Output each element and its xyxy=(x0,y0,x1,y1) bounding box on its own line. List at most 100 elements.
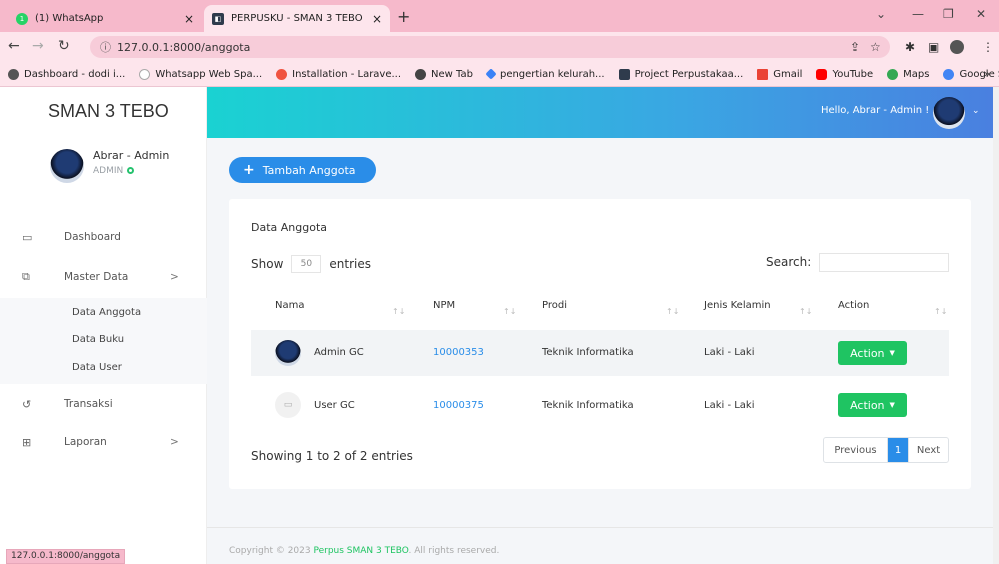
sidebar-subitem-data-anggota[interactable]: Data Anggota xyxy=(72,307,141,318)
cell-npm[interactable]: 10000375 xyxy=(433,400,484,411)
restore-icon[interactable]: ❐ xyxy=(943,7,954,21)
entries-length-control: Show 50 entries xyxy=(251,255,371,273)
new-tab-button[interactable]: + xyxy=(397,7,410,26)
bookmark-icon xyxy=(139,68,151,80)
search-input[interactable] xyxy=(819,253,949,272)
page-1-button[interactable]: 1 xyxy=(888,438,908,462)
entries-select[interactable]: 50 xyxy=(291,255,322,273)
sort-icon[interactable]: ↑↓ xyxy=(934,307,947,316)
gmail-icon xyxy=(757,68,769,80)
plus-icon: + xyxy=(243,162,255,178)
column-header-nama[interactable]: Nama xyxy=(275,300,304,311)
whatsapp-icon: 1 xyxy=(16,12,28,25)
tab-search-icon[interactable]: ⌄ xyxy=(876,7,886,21)
more-bookmarks-icon[interactable]: » xyxy=(984,69,990,80)
share-icon[interactable]: ⇪ xyxy=(850,40,860,54)
footer-brand-link[interactable]: Perpus SMAN 3 TEBO xyxy=(313,546,408,556)
window-close-icon[interactable]: ✕ xyxy=(976,7,986,21)
members-card: Data Anggota Show 50 entries Search: Nam… xyxy=(229,199,971,489)
submenu: Data Anggota Data Buku Data User xyxy=(0,298,207,384)
sort-icon[interactable]: ↑↓ xyxy=(503,307,516,316)
card-title: Data Anggota xyxy=(251,221,328,234)
forward-icon[interactable]: → xyxy=(32,38,44,54)
bookmark-item[interactable]: YouTube xyxy=(816,68,873,80)
info-icon[interactable]: ⓘ xyxy=(100,39,111,55)
maps-icon xyxy=(887,68,899,80)
sidebar-subitem-data-buku[interactable]: Data Buku xyxy=(72,334,124,345)
bookmark-item[interactable]: New Tab xyxy=(415,68,473,80)
reload-icon[interactable]: ↻ xyxy=(58,38,70,54)
brand-title[interactable]: SMAN 3 TEBO xyxy=(48,101,169,122)
bookmark-icon xyxy=(415,68,427,80)
sidebar-item-master-data[interactable]: ⧉ Master Data > xyxy=(0,264,207,290)
extensions-icon[interactable]: ✱ xyxy=(905,40,915,54)
avatar xyxy=(275,340,301,366)
online-status-icon xyxy=(127,167,135,174)
user-greeting[interactable]: Hello, Abrar - Admin ! xyxy=(821,105,929,116)
tab-label: PERPUSKU - SMAN 3 TEBO xyxy=(231,13,363,24)
copyright-text: Copyright © 2023 Perpus SMAN 3 TEBO. All… xyxy=(229,546,500,556)
site-favicon-icon: ◧ xyxy=(212,12,224,25)
diamond-icon xyxy=(485,68,497,80)
top-navbar: Hello, Abrar - Admin ! ⌄ xyxy=(207,87,999,138)
previous-page-button[interactable]: Previous xyxy=(824,438,888,462)
user-name: Abrar - Admin xyxy=(93,149,170,162)
sidebar-item-laporan[interactable]: ⊞ Laporan > xyxy=(0,429,207,455)
column-header-jenis-kelamin[interactable]: Jenis Kelamin xyxy=(704,300,771,311)
sidebar-item-dashboard[interactable]: ▭ Dashboard xyxy=(0,224,207,250)
close-icon[interactable]: × xyxy=(372,12,382,26)
youtube-icon xyxy=(816,68,828,80)
browser-status-url: 127.0.0.1:8000/anggota xyxy=(6,549,126,564)
sort-icon[interactable]: ↑↓ xyxy=(666,307,679,316)
bookmark-item[interactable]: Google Sky xyxy=(943,68,999,80)
browser-tab-whatsapp[interactable]: 1 (1) WhatsApp × xyxy=(8,5,202,32)
sidepanel-icon[interactable]: ▣ xyxy=(928,40,939,54)
bookmark-item[interactable]: Maps xyxy=(887,68,929,80)
bookmark-item[interactable]: pengertian kelurah... xyxy=(485,68,605,80)
page-scrollbar[interactable] xyxy=(993,87,999,564)
chevron-down-icon[interactable]: ⌄ xyxy=(972,106,980,116)
table-icon: ⊞ xyxy=(22,435,32,449)
action-dropdown-button[interactable]: Action ▼ xyxy=(838,393,907,417)
caret-down-icon: ▼ xyxy=(889,401,895,409)
bookmark-item[interactable]: Gmail xyxy=(757,68,802,80)
sidebar-item-transaksi[interactable]: ↺ Transaksi xyxy=(0,391,207,417)
back-icon[interactable]: ← xyxy=(8,38,20,54)
close-icon[interactable]: × xyxy=(184,12,194,26)
cell-nama: Admin GC xyxy=(314,347,364,358)
next-page-button[interactable]: Next xyxy=(908,438,948,462)
cell-jenis-kelamin: Laki - Laki xyxy=(704,400,755,411)
bookmark-item[interactable]: Installation - Larave... xyxy=(276,68,401,80)
minimize-icon[interactable]: — xyxy=(912,7,924,21)
chevron-right-icon: > xyxy=(170,436,179,448)
column-header-action[interactable]: Action xyxy=(838,300,869,311)
tab-label: (1) WhatsApp xyxy=(35,13,104,24)
browser-tab-perpusku[interactable]: ◧ PERPUSKU - SMAN 3 TEBO × xyxy=(204,5,390,32)
pagination: Previous 1 Next xyxy=(823,437,949,463)
url-text: 127.0.0.1:8000/anggota xyxy=(117,40,251,54)
cell-npm[interactable]: 10000353 xyxy=(433,347,484,358)
profile-icon[interactable] xyxy=(950,40,964,54)
sort-icon[interactable]: ↑↓ xyxy=(799,307,812,316)
laravel-icon xyxy=(276,68,288,80)
bookmark-item[interactable]: Project Perpustakaa... xyxy=(618,68,743,80)
star-icon[interactable]: ☆ xyxy=(870,40,881,54)
add-member-button[interactable]: + Tambah Anggota xyxy=(229,157,376,183)
image-placeholder-icon: ▭ xyxy=(275,392,301,418)
search-label: Search: xyxy=(766,255,812,269)
avatar[interactable] xyxy=(933,97,965,129)
column-header-prodi[interactable]: Prodi xyxy=(542,300,567,311)
sort-icon[interactable]: ↑↓ xyxy=(392,307,405,316)
url-input[interactable]: ⓘ 127.0.0.1:8000/anggota xyxy=(90,36,890,58)
caret-down-icon: ▼ xyxy=(889,349,895,357)
sidebar-subitem-data-user[interactable]: Data User xyxy=(72,362,122,373)
footer: Copyright © 2023 Perpus SMAN 3 TEBO. All… xyxy=(207,527,999,564)
action-dropdown-button[interactable]: Action ▼ xyxy=(838,341,907,365)
column-header-npm[interactable]: NPM xyxy=(433,300,455,311)
bookmark-item[interactable]: Dashboard - dodi i... xyxy=(8,68,125,80)
avatar xyxy=(50,149,84,183)
more-icon[interactable]: ⋮ xyxy=(982,40,994,54)
bookmark-item[interactable]: Whatsapp Web Spa... xyxy=(139,68,262,80)
bookmarks-bar: Dashboard - dodi i... Whatsapp Web Spa..… xyxy=(0,62,999,87)
chevron-right-icon: > xyxy=(170,271,179,283)
